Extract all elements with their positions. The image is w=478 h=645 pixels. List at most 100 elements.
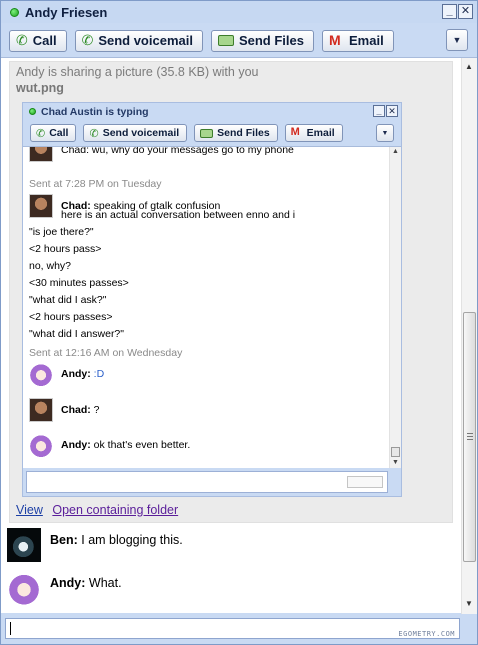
andy-message: Andy: What. [7, 571, 122, 605]
picture-email-button: Email [284, 124, 343, 142]
scroll-up-icon[interactable]: ▲ [465, 62, 473, 71]
picture-scroll-thumb [391, 447, 400, 457]
share-notice: Andy is sharing a picture (35.8 KB) with… [16, 65, 259, 79]
open-folder-link[interactable]: Open containing folder [52, 503, 178, 517]
status-online-icon [10, 7, 19, 17]
watermark: EGOMETRY.COM [398, 630, 455, 638]
andy-text: ok that's even better. [93, 439, 191, 451]
email-label: Email [349, 33, 384, 48]
title-bar: Andy Friesen _ ✕ [1, 1, 477, 23]
chad-avatar [29, 194, 53, 218]
picture-minimize-icon: _ [373, 105, 385, 117]
email-button[interactable]: Email [322, 29, 394, 52]
chat-scrollbar[interactable]: ▲ ▼ [461, 58, 477, 614]
conversation-line: "what did I ask?" [29, 294, 107, 306]
picture-files-label: Send Files [217, 127, 270, 139]
picture-files-button: Send Files [194, 124, 278, 142]
chad-avatar [29, 147, 53, 162]
chad-message: Chad: ? [29, 398, 100, 422]
view-link[interactable]: View [16, 503, 43, 517]
chat-history[interactable]: Andy is sharing a picture (35.8 KB) with… [1, 57, 477, 614]
picture-cut-message: Chad: wu, why do your messages go to my … [29, 146, 294, 162]
picture-call-label: Call [49, 127, 69, 139]
picture-email-label: Email [306, 127, 335, 139]
voicemail-label: Send voicemail [98, 33, 193, 48]
text-caret [10, 622, 11, 635]
picture-voicemail-button: ✆ Send voicemail [83, 124, 188, 142]
andy-message-text: Andy: :D [61, 368, 104, 380]
picture-voicemail-label: Send voicemail [102, 127, 180, 139]
voicemail-phone-icon: ✆ [81, 32, 94, 48]
andy-text: What. [88, 576, 122, 590]
toolbar: ✆ Call ✆ Send voicemail Send Files Email [1, 25, 477, 56]
picture-menu-icon: ▼ [376, 124, 394, 142]
timestamp-wednesday: Sent at 12:16 AM on Wednesday [29, 347, 183, 359]
andy-nick: Andy: [61, 368, 91, 380]
conversation-line: <2 hours passes> [29, 311, 113, 323]
gmail-icon [329, 32, 344, 48]
andy-message: Andy: ok that's even better. [29, 433, 190, 457]
chad-text: ? [93, 404, 100, 416]
scroll-down-icon[interactable]: ▼ [465, 599, 473, 608]
window-controls: _ ✕ [442, 4, 473, 19]
andy-avatar [29, 362, 53, 386]
picture-close-icon: ✕ [386, 105, 398, 117]
conversation-line: <30 minutes passes> [29, 277, 129, 289]
andy-text: :D [93, 368, 105, 380]
picture-gmail-icon [291, 126, 303, 139]
shared-picture-panel: Andy is sharing a picture (35.8 KB) with… [9, 61, 453, 523]
conversation-line: <2 hours pass> [29, 243, 102, 255]
conversation-line: "what did I answer?" [29, 328, 125, 340]
picture-toolbar: ✆ Call ✆ Send voicemail Send Files Email [23, 122, 343, 144]
grip-icon [467, 433, 473, 440]
picture-status-icon [29, 108, 36, 115]
conversation-line: here is an actual conversation between e… [61, 209, 296, 221]
chat-window: Andy Friesen _ ✕ ✆ Call ✆ Send voicemail… [0, 0, 478, 645]
ben-message-text: Ben: I am blogging this. [50, 533, 183, 547]
picture-call-button: ✆ Call [30, 124, 77, 142]
picture-phone-icon: ✆ [36, 127, 46, 140]
picture-title-bar: Chad Austin is typing _ ✕ [23, 103, 401, 120]
andy-nick: Andy: [61, 439, 91, 451]
chad-nick: Chad: [61, 404, 91, 416]
picture-chat-history: Chad: wu, why do your messages go to my … [23, 146, 401, 468]
share-links: View Open containing folder [16, 503, 178, 517]
call-label: Call [32, 33, 57, 48]
picture-char-counter [347, 476, 383, 488]
scroll-down-icon: ▼ [392, 459, 399, 466]
picture-window-controls: _ ✕ [373, 105, 398, 117]
scroll-thumb[interactable] [463, 312, 476, 562]
picture-title: Chad Austin is typing [41, 105, 149, 118]
chad-message-text: Chad: ? [61, 404, 100, 416]
ben-nick: Ben: [50, 533, 78, 547]
andy-avatar [7, 571, 41, 605]
conversation-line: no, why? [29, 260, 72, 272]
ben-text: I am blogging this. [81, 533, 183, 547]
ben-avatar [7, 528, 41, 562]
chevron-down-icon: ▼ [452, 35, 462, 45]
ben-message: Ben: I am blogging this. [7, 528, 183, 562]
files-label: Send Files [238, 33, 304, 48]
send-files-button[interactable]: Send Files [210, 29, 314, 52]
chad-avatar [29, 398, 53, 422]
share-filename: wut.png [16, 81, 64, 95]
picture-voicemail-icon: ✆ [89, 127, 99, 140]
call-button[interactable]: ✆ Call [9, 29, 67, 52]
andy-nick: Andy: [50, 576, 86, 590]
scroll-up-icon: ▲ [392, 148, 399, 155]
andy-message-text: Andy: ok that's even better. [61, 439, 190, 451]
files-icon [217, 35, 234, 46]
window-title: Andy Friesen [25, 4, 108, 20]
shared-picture-image[interactable]: Chad Austin is typing _ ✕ ✆ Call ✆ Send … [22, 102, 402, 497]
cut-line: Chad: wu, why do your messages go to my … [61, 146, 294, 156]
picture-files-icon [200, 128, 214, 138]
minimize-button[interactable]: _ [442, 4, 457, 19]
send-voicemail-button[interactable]: ✆ Send voicemail [74, 29, 203, 52]
timestamp-tuesday: Sent at 7:28 PM on Tuesday [29, 178, 162, 190]
close-button[interactable]: ✕ [458, 4, 473, 19]
options-menu-button[interactable]: ▼ [446, 29, 468, 51]
andy-message-text: Andy: What. [50, 576, 122, 590]
andy-message: Andy: :D [29, 362, 104, 386]
message-input[interactable] [5, 618, 460, 639]
picture-input-box [26, 471, 388, 493]
